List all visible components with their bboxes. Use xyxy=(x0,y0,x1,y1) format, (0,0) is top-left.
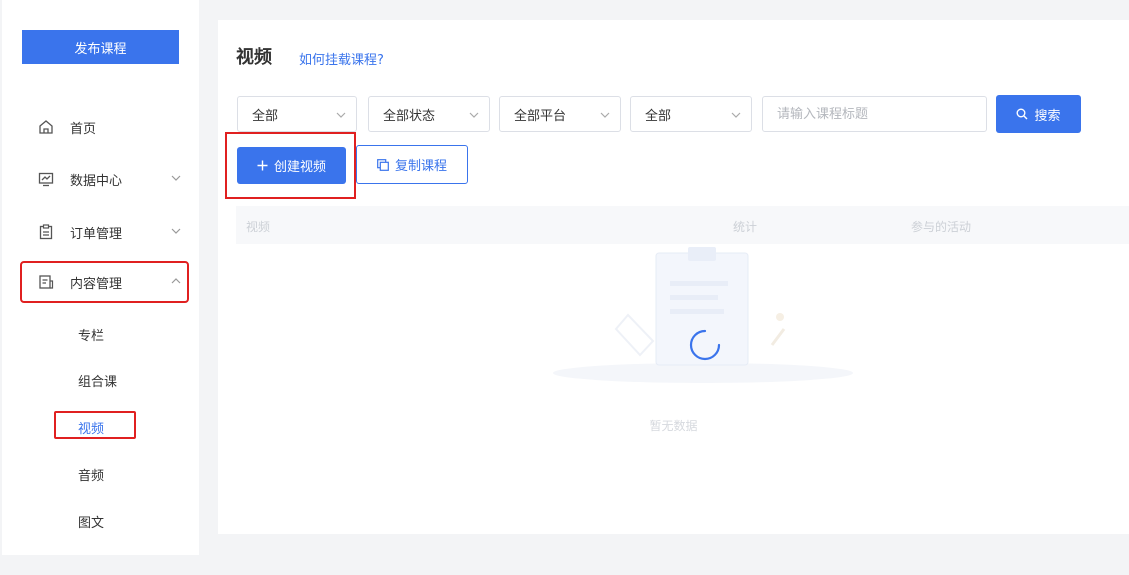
filter-select-4[interactable]: 全部 xyxy=(630,96,752,132)
plus-icon xyxy=(257,160,268,171)
sidebar-item-content-management[interactable]: 内容管理 xyxy=(20,261,189,303)
sidebar: 发布课程 首页 数据中心 订单管理 内容管理 专栏 组合课 视频 音频 图文 xyxy=(2,0,199,555)
chevron-down-icon xyxy=(171,228,181,234)
filter-select-status[interactable]: 全部状态 xyxy=(368,96,490,132)
filter-select-value: 全部平台 xyxy=(514,108,567,124)
search-input[interactable] xyxy=(762,96,987,132)
search-icon xyxy=(1016,108,1028,120)
search-button[interactable]: 搜索 xyxy=(996,95,1081,133)
copy-course-button[interactable]: 复制课程 xyxy=(356,145,468,184)
clipboard-icon xyxy=(39,224,53,240)
copy-course-label: 复制课程 xyxy=(394,159,447,174)
search-button-label: 搜索 xyxy=(1034,108,1061,124)
sidebar-item-label: 首页 xyxy=(70,121,97,137)
create-video-label: 创建视频 xyxy=(273,160,326,175)
chevron-up-icon xyxy=(171,278,181,284)
chevron-down-icon xyxy=(600,112,610,118)
help-link[interactable]: 如何挂载课程? xyxy=(299,49,384,68)
sidebar-item-home[interactable]: 首页 xyxy=(22,108,187,146)
filter-select-value: 全部 xyxy=(645,108,672,124)
home-icon xyxy=(39,120,53,134)
column-header-activities: 参与的活动 xyxy=(911,220,972,234)
page-title: 视频 xyxy=(236,47,272,68)
sidebar-item-data-center[interactable]: 数据中心 xyxy=(22,160,187,198)
column-header-stats: 统计 xyxy=(733,220,758,234)
sidebar-item-label: 数据中心 xyxy=(70,173,123,189)
sidebar-item-orders[interactable]: 订单管理 xyxy=(22,213,187,251)
chevron-down-icon xyxy=(469,112,479,118)
chevron-down-icon xyxy=(336,112,346,118)
table-header: 视频 统计 参与的活动 xyxy=(236,206,1129,244)
sidebar-subitem-bundle[interactable]: 组合课 xyxy=(78,371,117,390)
sidebar-subitem-audio[interactable]: 音频 xyxy=(78,465,104,484)
chevron-down-icon xyxy=(731,112,741,118)
chart-icon xyxy=(38,172,54,187)
loading-spinner-icon xyxy=(689,329,721,361)
empty-state-text: 暂无数据 xyxy=(649,419,698,433)
document-icon xyxy=(39,275,54,289)
filter-select-value: 全部状态 xyxy=(383,108,436,124)
filter-select-platform[interactable]: 全部平台 xyxy=(499,96,621,132)
filter-select-1[interactable]: 全部 xyxy=(237,96,357,132)
main-panel: 视频 如何挂载课程? 全部 全部状态 全部平台 全部 搜索 xyxy=(218,20,1129,534)
filter-select-value: 全部 xyxy=(252,108,279,124)
publish-course-button[interactable]: 发布课程 xyxy=(22,30,179,64)
sidebar-subitem-video[interactable]: 视频 xyxy=(78,418,104,437)
create-video-button[interactable]: 创建视频 xyxy=(237,147,346,184)
sidebar-item-label: 内容管理 xyxy=(70,276,123,292)
sidebar-item-label: 订单管理 xyxy=(70,226,123,242)
copy-icon xyxy=(377,158,389,171)
chevron-down-icon xyxy=(171,175,181,181)
sidebar-subitem-article[interactable]: 图文 xyxy=(78,512,104,531)
column-header-video: 视频 xyxy=(246,220,271,234)
empty-state-illustration xyxy=(553,247,853,383)
sidebar-subitem-column[interactable]: 专栏 xyxy=(78,325,104,344)
